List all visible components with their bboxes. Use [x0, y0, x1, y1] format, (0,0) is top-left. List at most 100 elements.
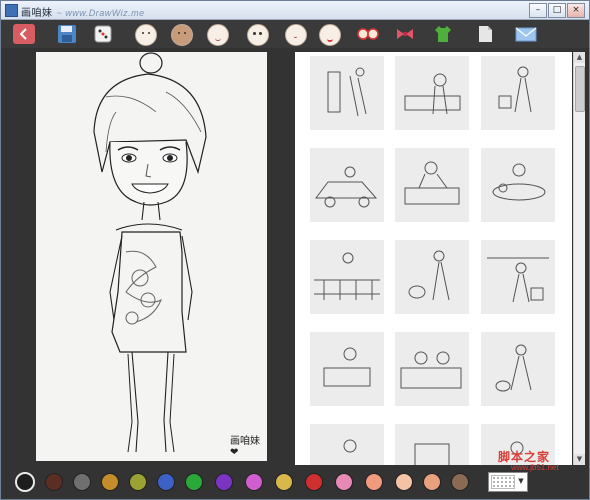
drawing-area: 画咱妹 ❤: [1, 48, 289, 465]
scene-car-icon: [315, 166, 378, 208]
color-swatch[interactable]: [215, 473, 233, 491]
scrollbar-thumb[interactable]: [575, 66, 585, 112]
color-palette: ▼: [1, 465, 589, 499]
face-shape-button[interactable]: [135, 24, 157, 46]
scroll-up-arrow-icon[interactable]: ▲: [574, 52, 585, 63]
scene-dining-icon: [492, 163, 546, 201]
color-swatch[interactable]: [129, 473, 147, 491]
color-swatch[interactable]: [15, 472, 35, 492]
hair-icon: [178, 32, 180, 34]
scene-dog-walk-icon: [408, 250, 450, 301]
bow-tie-icon: [397, 29, 413, 39]
face-eye: [148, 32, 150, 34]
color-swatch[interactable]: [101, 473, 119, 491]
envelope-icon: [515, 27, 537, 42]
mouth-icon: [327, 37, 333, 42]
scene-gallery: [295, 52, 572, 465]
eyes-eye: [259, 32, 262, 35]
character-drawing: [93, 52, 207, 453]
share-button[interactable]: [515, 24, 537, 44]
color-swatch[interactable]: [185, 473, 203, 491]
nose-button[interactable]: [285, 24, 307, 46]
scene-sofa-icon: [404, 161, 460, 205]
color-swatch[interactable]: [157, 473, 175, 491]
scene-thumbnail[interactable]: [395, 332, 469, 406]
color-swatch[interactable]: [305, 473, 323, 491]
eyebrows-icon: [215, 37, 221, 41]
clothes-button[interactable]: [433, 24, 453, 44]
scene-thumbnail[interactable]: [481, 240, 555, 314]
color-swatch[interactable]: [45, 473, 63, 491]
eyebrows-button[interactable]: [207, 24, 229, 46]
signature-label: 画咱妹 ❤: [230, 436, 260, 458]
scene-thumbnail[interactable]: [395, 424, 469, 465]
color-swatch[interactable]: [395, 473, 413, 491]
color-swatch[interactable]: [365, 473, 383, 491]
title-bar: 画咱妹 ~ www.DrawWiz.me – □ ×: [1, 1, 589, 20]
eyes-icon: [253, 32, 256, 35]
minimize-button[interactable]: –: [529, 3, 547, 18]
chevron-down-icon: ▼: [518, 477, 524, 485]
window-title-text: 画咱妹: [21, 8, 53, 19]
scene-thumbnail[interactable]: [395, 148, 469, 222]
dotted-pattern-swatch: [491, 475, 515, 489]
scene-thumbnail[interactable]: [395, 240, 469, 314]
gallery-scrollbar[interactable]: ▲ ▼: [573, 52, 585, 465]
window-controls: – □ ×: [529, 3, 585, 18]
shirt-icon: [435, 26, 451, 42]
scene-balcony-icon: [314, 252, 380, 300]
scene-cat-icon: [495, 344, 532, 392]
color-swatch[interactable]: [73, 473, 91, 491]
mouth-button[interactable]: [319, 24, 341, 46]
scene-panel: ▲ ▼: [289, 48, 589, 465]
scene-partial-icon: [414, 443, 450, 465]
toolbar: [1, 20, 589, 48]
scroll-down-arrow-icon[interactable]: ▼: [574, 454, 585, 465]
pattern-dropdown[interactable]: ▼: [488, 472, 528, 492]
scene-thumbnail[interactable]: [310, 240, 384, 314]
scene-room-icon: [327, 67, 367, 117]
scene-laundry-icon: [487, 257, 549, 303]
app-icon: [5, 4, 18, 17]
eyes-button[interactable]: [247, 24, 269, 46]
glasses-button[interactable]: [357, 24, 379, 44]
floppy-disk-icon: [58, 25, 76, 43]
save-button[interactable]: [57, 24, 77, 44]
scene-thumbnail[interactable]: [310, 332, 384, 406]
glasses-icon: [357, 28, 379, 40]
hair-button[interactable]: [171, 24, 193, 46]
color-swatch[interactable]: [423, 473, 441, 491]
color-swatch[interactable]: [451, 473, 469, 491]
drawing-canvas[interactable]: 画咱妹 ❤: [36, 52, 267, 461]
scene-shopping-icon: [498, 66, 532, 113]
scene-bed-icon: [400, 351, 462, 389]
dice-icon: [94, 25, 112, 43]
scene-cooking-icon: [404, 73, 461, 115]
hair-eye: [184, 32, 186, 34]
scene-thumbnail[interactable]: [481, 332, 555, 406]
watermark-url: www.jb51.net: [511, 463, 559, 472]
scene-thumbnail[interactable]: [310, 148, 384, 222]
scene-pet-icon: [323, 347, 371, 387]
app-window: 画咱妹 ~ www.DrawWiz.me – □ × 画咱妹 ❤ ▲ ▼ ▼ 脚…: [0, 0, 590, 500]
background-button[interactable]: [475, 24, 495, 44]
scene-thumbnail[interactable]: [395, 56, 469, 130]
back-arrow-icon: [19, 28, 27, 40]
scene-thumbnail[interactable]: [481, 56, 555, 130]
window-title: 画咱妹 ~ www.DrawWiz.me: [21, 4, 145, 19]
close-button[interactable]: ×: [567, 3, 585, 18]
scene-thumbnail[interactable]: [310, 56, 384, 130]
scene-thumbnail[interactable]: [481, 148, 555, 222]
maximize-button[interactable]: □: [548, 3, 566, 18]
nose-icon: [294, 34, 297, 38]
title-watermark: ~ www.DrawWiz.me: [56, 8, 145, 18]
back-button[interactable]: [13, 24, 35, 44]
random-button[interactable]: [93, 24, 113, 44]
face-outline-icon: [142, 32, 144, 34]
bow-button[interactable]: [395, 24, 415, 44]
color-swatch[interactable]: [275, 473, 293, 491]
color-swatch[interactable]: [335, 473, 353, 491]
color-swatch[interactable]: [245, 473, 263, 491]
scene-partial-icon: [343, 439, 357, 453]
scene-thumbnail[interactable]: [310, 424, 384, 465]
